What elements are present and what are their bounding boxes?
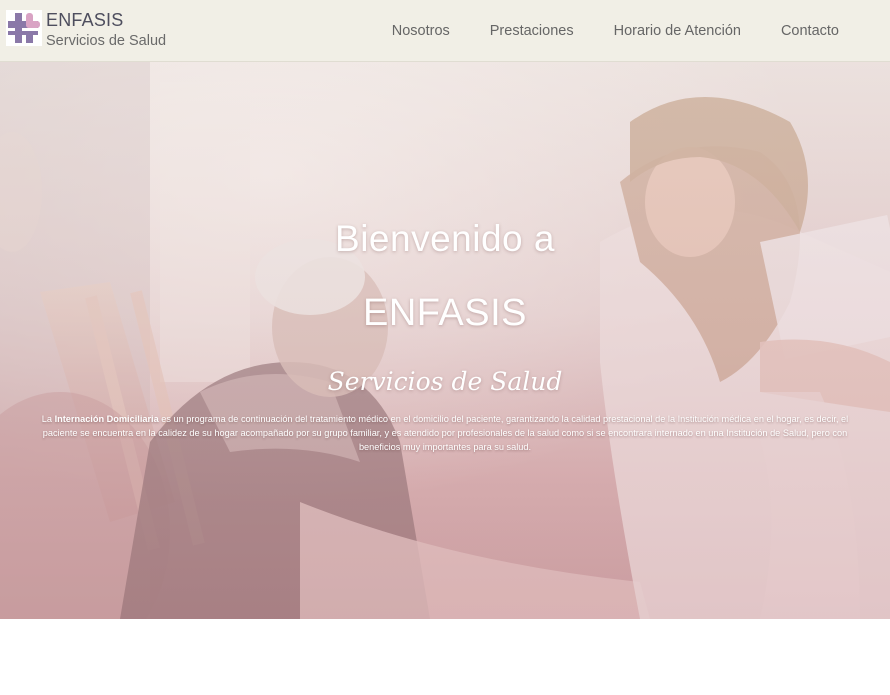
nav-link-nosotros[interactable]: Nosotros [392, 23, 450, 39]
hero-description-prefix: La [41, 414, 55, 424]
brand-name[interactable]: ENFASIS [46, 10, 123, 31]
nav-link-prestaciones[interactable]: Prestaciones [490, 23, 574, 39]
hero-banner: Bienvenido a ENFASIS Servicios de Salud … [0, 62, 890, 619]
nav-link-contacto[interactable]: Contacto [781, 23, 839, 39]
medical-cross-logo-icon[interactable] [6, 10, 42, 46]
nav-menu: Nosotros Prestaciones Horario de Atenció… [392, 0, 890, 62]
hero-description: La Internación Domiciliaria es un progra… [28, 412, 862, 454]
hero-subtitle: Servicios de Salud [327, 367, 563, 396]
hero-description-rest: es un programa de continuación del trata… [42, 414, 849, 452]
navbar: ENFASIS Servicios de Salud Nosotros Pres… [0, 0, 890, 62]
hero-overlay [0, 62, 890, 619]
hero-welcome-heading: Bienvenido a [335, 218, 555, 259]
hero-brand-heading: ENFASIS [363, 292, 527, 334]
nav-link-horario[interactable]: Horario de Atención [614, 23, 741, 39]
hero-description-bold: Internación Domiciliaria [54, 414, 159, 424]
brand-subtitle: Servicios de Salud [46, 33, 167, 49]
